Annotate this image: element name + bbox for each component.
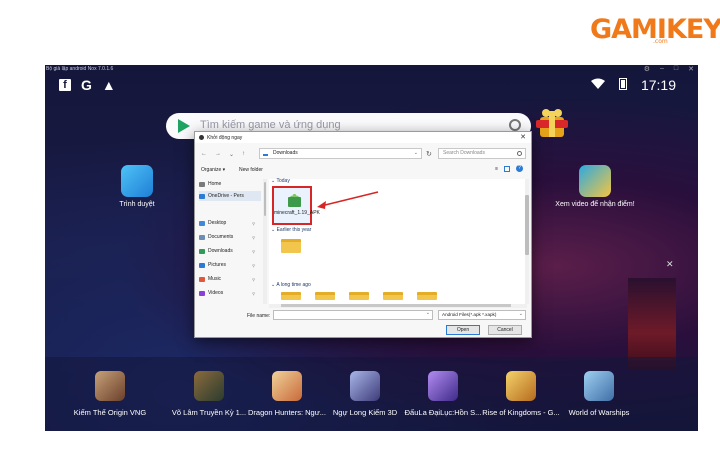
watermark-sub: .com (653, 38, 668, 45)
annotation-arrow (317, 191, 379, 209)
emulator-window: Bộ giả lập android Nox 7.0.1.6 ⚙ – □ ✕ f… (45, 65, 698, 431)
screenshot: GAMIKEY .com Bộ giả lập android Nox 7.0.… (0, 0, 720, 450)
